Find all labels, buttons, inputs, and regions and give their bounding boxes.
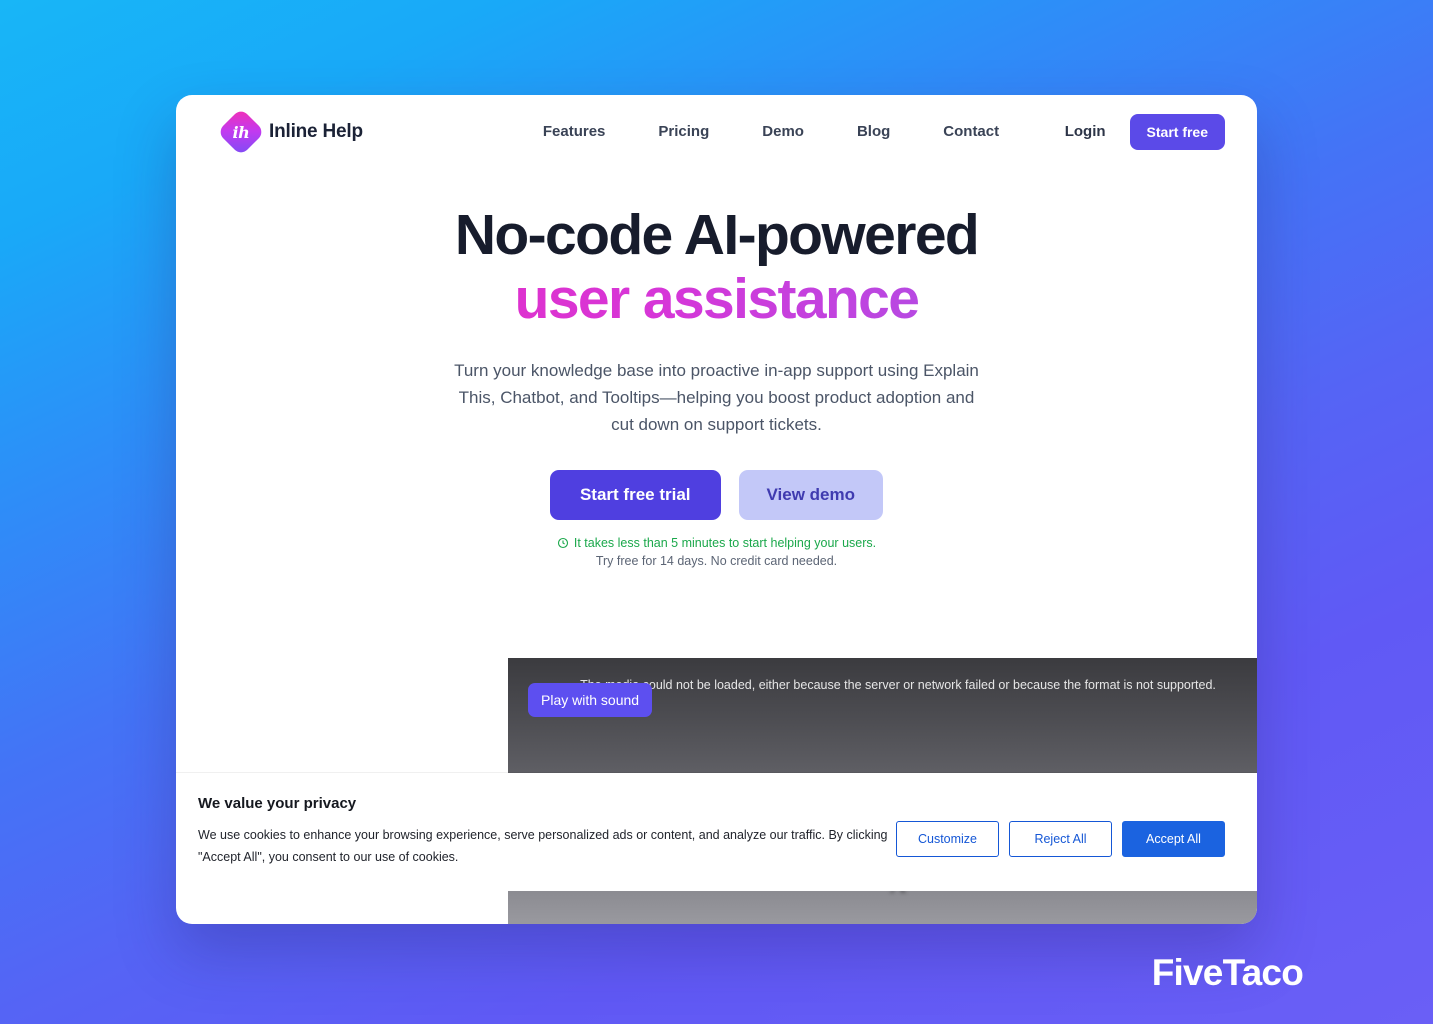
cookie-banner-body: We use cookies to enhance your browsing … bbox=[198, 828, 888, 864]
nav-item-pricing[interactable]: Pricing bbox=[658, 123, 709, 140]
hero-heading-line2: user assistance bbox=[176, 269, 1257, 330]
header-actions: Login Start free bbox=[1065, 113, 1225, 150]
play-with-sound-button[interactable]: Play with sound bbox=[528, 683, 653, 717]
hero-note-trial: Try free for 14 days. No credit card nee… bbox=[595, 554, 838, 569]
brand-name: Inline Help bbox=[269, 120, 363, 142]
login-link[interactable]: Login bbox=[1065, 123, 1106, 140]
view-demo-button[interactable]: View demo bbox=[738, 470, 884, 521]
hero-cta-group: Start free trial View demo bbox=[176, 470, 1257, 521]
page-title: No-code AI-powered user assistance bbox=[176, 205, 1257, 330]
hero-note-fast: It takes less than 5 minutes to start he… bbox=[176, 536, 1257, 550]
reject-all-cookies-button[interactable]: Reject All bbox=[1009, 821, 1112, 857]
clock-icon bbox=[557, 538, 568, 549]
nav-item-demo[interactable]: Demo bbox=[762, 123, 804, 140]
nav-item-features[interactable]: Features bbox=[543, 123, 606, 140]
cookie-consent-banner: We value your privacy We use cookies to … bbox=[176, 773, 1257, 891]
customize-cookies-button[interactable]: Customize bbox=[896, 821, 999, 857]
site-header: ih Inline Help Features Pricing Demo Blo… bbox=[176, 95, 1257, 168]
hero-subtitle: Turn your knowledge base into proactive … bbox=[454, 360, 979, 435]
main-nav: Features Pricing Demo Blog Contact bbox=[543, 123, 999, 140]
hero-heading-line1: No-code AI-powered bbox=[454, 203, 980, 267]
fivetaco-watermark: FiveTaco bbox=[1151, 952, 1304, 993]
brand-mark-text: ih bbox=[232, 122, 250, 141]
hero-note-fast-text: It takes less than 5 minutes to start he… bbox=[573, 536, 877, 551]
nav-item-blog[interactable]: Blog bbox=[857, 123, 890, 140]
start-free-trial-button[interactable]: Start free trial bbox=[549, 470, 721, 521]
accept-all-cookies-button[interactable]: Accept All bbox=[1122, 821, 1225, 857]
cookie-banner-title: We value your privacy bbox=[198, 795, 357, 812]
hero-section: No-code AI-powered user assistance Turn … bbox=[176, 205, 1257, 569]
inline-help-logo-icon: ih bbox=[216, 107, 266, 156]
brand-logo[interactable]: ih Inline Help bbox=[216, 107, 363, 156]
start-free-button[interactable]: Start free bbox=[1129, 113, 1225, 150]
cookie-banner-actions: Customize Reject All Accept All bbox=[896, 795, 1225, 857]
site-card: ih Inline Help Features Pricing Demo Blo… bbox=[176, 95, 1257, 924]
cookie-text-wrap: We value your privacy We use cookies to … bbox=[198, 795, 896, 869]
nav-item-contact[interactable]: Contact bbox=[943, 123, 999, 140]
